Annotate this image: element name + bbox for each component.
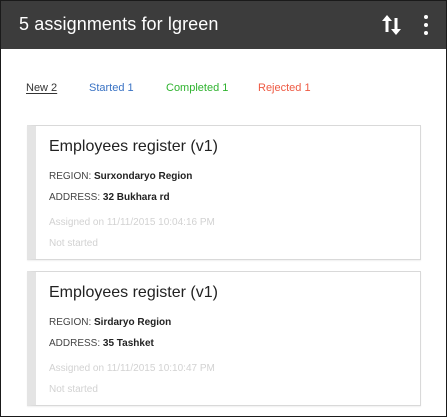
more-vert-icon <box>424 15 428 19</box>
address-value: 32 Bukhara rd <box>102 192 170 203</box>
filter-completed[interactable]: Completed 1 <box>166 82 228 94</box>
assignment-status: Not started <box>49 238 98 249</box>
assignment-address: ADDRESS: 35 Tashket <box>49 338 154 349</box>
sync-arrows-icon <box>382 15 401 35</box>
assignment-title: Employees register (v1) <box>49 284 218 301</box>
assignment-region: REGION: Sirdaryo Region <box>49 317 171 328</box>
page-title: 5 assignments for lgreen <box>19 14 219 34</box>
address-value: 35 Tashket <box>102 338 154 349</box>
address-label: ADDRESS: <box>49 338 101 349</box>
assignment-card[interactable]: Employees register (v1) REGION: Surxonda… <box>27 125 421 260</box>
assignment-address: ADDRESS: 32 Bukhara rd <box>49 192 170 203</box>
assigned-date: Assigned on 11/11/2015 10:04:16 PM <box>49 217 215 228</box>
more-options-button[interactable] <box>419 13 433 37</box>
assigned-date: Assigned on 11/11/2015 10:10:47 PM <box>49 363 215 374</box>
status-filter-bar: New 2 Started 1 Completed 1 Rejected 1 <box>1 77 446 101</box>
filter-new[interactable]: New 2 <box>26 82 57 94</box>
address-label: ADDRESS: <box>49 192 101 203</box>
more-vert-icon-dot <box>424 31 428 35</box>
region-value: Surxondaryo Region <box>94 171 193 182</box>
filter-rejected[interactable]: Rejected 1 <box>258 82 311 94</box>
app-window: 5 assignments for lgreen New 2 Started 1… <box>0 0 447 417</box>
assignment-region: REGION: Surxondaryo Region <box>49 171 192 182</box>
assignment-status: Not started <box>49 384 98 395</box>
filter-started[interactable]: Started 1 <box>89 82 134 94</box>
assignment-title: Employees register (v1) <box>49 138 218 155</box>
app-bar: 5 assignments for lgreen <box>1 1 446 49</box>
region-label: REGION: <box>49 171 92 182</box>
region-label: REGION: <box>49 317 92 328</box>
more-vert-icon-dot <box>424 23 428 27</box>
assignment-card[interactable]: Employees register (v1) REGION: Sirdaryo… <box>27 271 421 406</box>
region-value: Sirdaryo Region <box>94 317 172 328</box>
sync-button[interactable] <box>379 11 405 39</box>
